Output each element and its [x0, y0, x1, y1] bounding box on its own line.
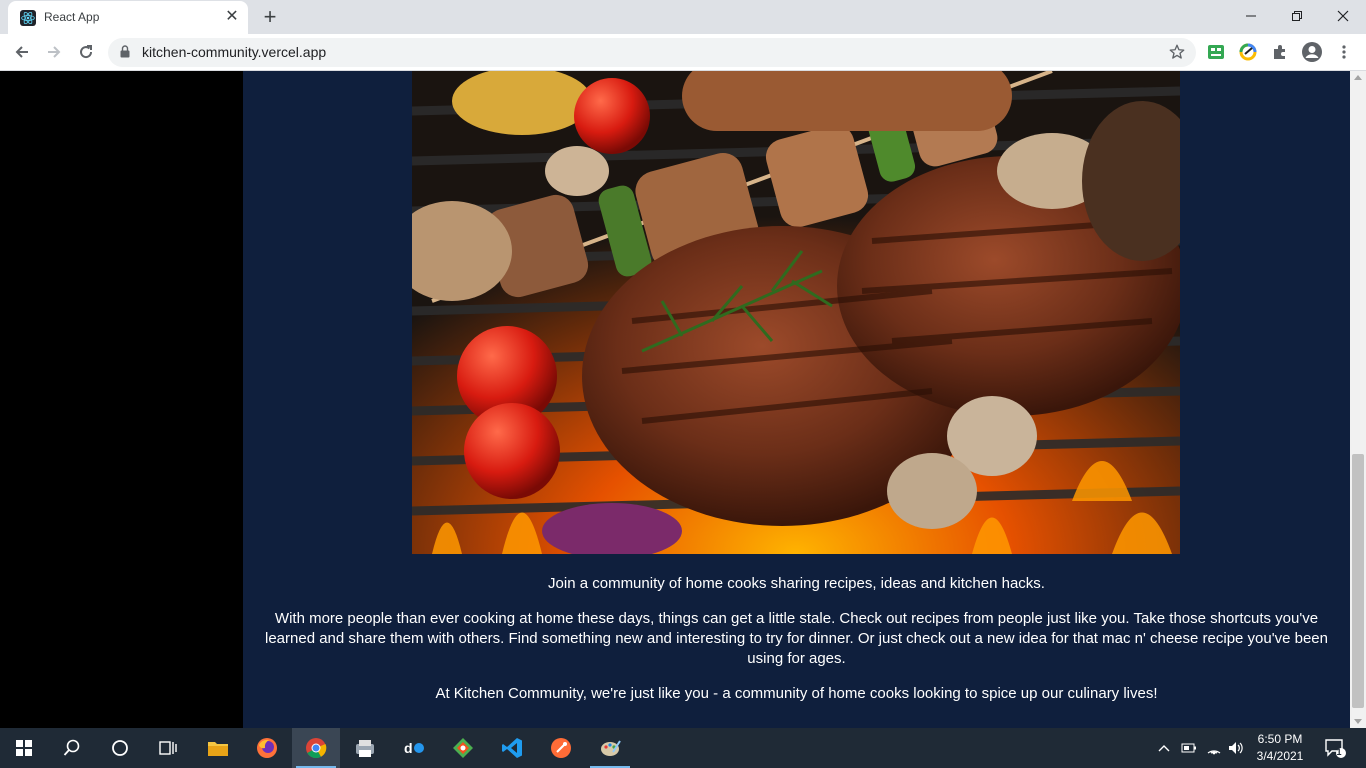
extension-colorful-icon[interactable] — [1236, 40, 1260, 64]
notification-count: 1 — [1336, 747, 1342, 757]
volume-icon[interactable] — [1227, 728, 1245, 768]
browser-tab-strip: React App ✕ + — [0, 0, 1366, 34]
close-tab-icon[interactable]: ✕ — [224, 9, 240, 25]
new-tab-button[interactable]: + — [258, 6, 282, 28]
browser-tab[interactable]: React App ✕ — [8, 1, 248, 34]
file-explorer-icon[interactable] — [194, 728, 242, 768]
back-icon[interactable] — [10, 40, 34, 64]
profile-avatar-icon[interactable] — [1300, 40, 1324, 64]
system-clock[interactable]: 6:50 PM 3/4/2021 — [1248, 731, 1312, 765]
scroll-thumb[interactable] — [1352, 454, 1364, 708]
browser-menu-icon[interactable] — [1332, 40, 1356, 64]
page-scrollbar[interactable] — [1350, 71, 1366, 728]
cortana-icon[interactable] — [96, 728, 144, 768]
browser-toolbar: kitchen-community.vercel.app — [0, 34, 1366, 71]
close-window-button[interactable] — [1320, 0, 1366, 32]
show-hidden-icons-chevron-icon[interactable] — [1156, 728, 1172, 768]
intro-text: Join a community of home cooks sharing r… — [548, 575, 1045, 592]
firefox-icon[interactable] — [243, 728, 291, 768]
windows-taskbar: d 6:50 PM 3/4/2021 1 — [0, 728, 1366, 768]
scroll-up-arrow-icon[interactable] — [1354, 75, 1362, 80]
bookmark-star-icon[interactable] — [1168, 43, 1186, 66]
extensions-puzzle-icon[interactable] — [1268, 40, 1292, 64]
task-view-icon[interactable] — [144, 728, 192, 768]
printer-app-icon[interactable] — [341, 728, 389, 768]
svg-text:d: d — [404, 740, 413, 756]
git-app-icon[interactable] — [439, 728, 487, 768]
minimize-button[interactable] — [1228, 0, 1274, 32]
docker-app-icon[interactable]: d — [390, 728, 438, 768]
url-text: kitchen-community.vercel.app — [142, 44, 327, 60]
restore-button[interactable] — [1274, 0, 1320, 32]
windows-start-icon[interactable] — [0, 728, 48, 768]
search-icon[interactable] — [48, 728, 96, 768]
react-logo-icon — [20, 10, 36, 26]
vscode-icon[interactable] — [488, 728, 536, 768]
forward-icon[interactable] — [42, 40, 66, 64]
main-content: Join a community of home cooks sharing r… — [243, 71, 1350, 728]
clock-time: 6:50 PM — [1257, 732, 1303, 746]
address-bar[interactable]: kitchen-community.vercel.app — [108, 38, 1196, 67]
chrome-icon[interactable] — [292, 728, 340, 768]
grill-food-illustration — [412, 71, 1180, 554]
battery-icon[interactable] — [1180, 728, 1198, 768]
action-center-icon[interactable]: 1 — [1320, 728, 1350, 768]
clock-date: 3/4/2021 — [1256, 749, 1304, 763]
lock-icon — [120, 45, 130, 63]
left-sidebar — [0, 71, 243, 728]
postman-icon[interactable] — [537, 728, 585, 768]
closing-text: At Kitchen Community, we're just like yo… — [435, 685, 1158, 702]
extension-green-icon[interactable] — [1204, 40, 1228, 64]
wifi-icon[interactable] — [1205, 728, 1223, 768]
scroll-down-arrow-icon[interactable] — [1354, 719, 1362, 724]
hero-image — [412, 71, 1180, 554]
page-viewport: Join a community of home cooks sharing r… — [0, 71, 1350, 728]
description-text: With more people than ever cooking at ho… — [265, 610, 1328, 667]
paint-app-icon[interactable] — [586, 728, 634, 768]
tab-title: React App — [44, 10, 100, 24]
reload-icon[interactable] — [74, 40, 98, 64]
